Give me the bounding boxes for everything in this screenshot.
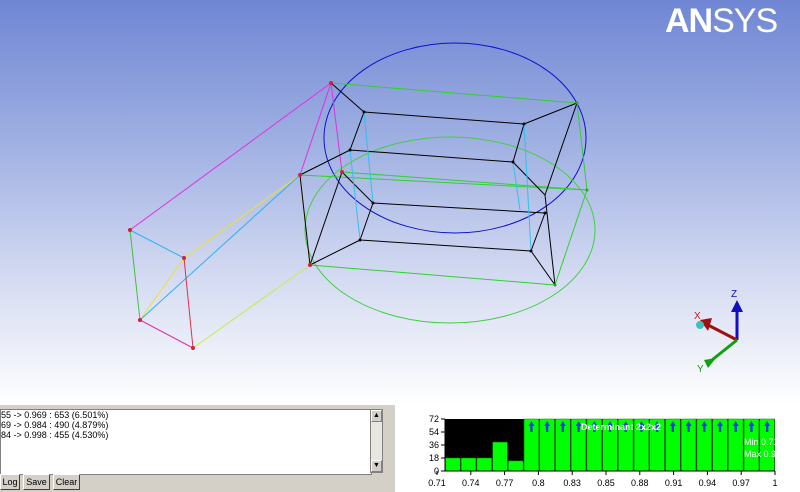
quality-histogram-panel: 72 54 36 18 0 0.71 0.74 0.77 0.8 0.83 0.85 0.88 0.91… [395,405,800,492]
overflow-arrow-stem [750,425,753,432]
scroll-up-button[interactable]: ▲ [371,410,382,422]
log-line: 69 -> 0.984 : 490 (4.879%) [1,420,109,430]
x-tick-label: 0.88 [631,478,649,488]
x-tick-label: 0.97 [732,478,750,488]
circle-edge-bottom [304,136,596,324]
y-tick-label: 72 [429,414,439,424]
overflow-arrow-stem [545,425,549,432]
log-panel: 55 -> 0.969 : 653 (6.501%) 69 -> 0.984 :… [0,405,390,492]
x-axis-label: X [694,311,701,322]
x-tick-label: 1 [772,478,777,488]
histogram-max-label: Max 0.998 [744,449,786,459]
axis-triad[interactable]: Z X Y [694,289,743,375]
x-tick-label: 0.8 [532,478,545,488]
graphics-viewport[interactable]: ANSYS Z X Y [0,0,800,405]
quality-histogram[interactable]: 72 54 36 18 0 0.71 0.74 0.77 0.8 0.83 0.85 0.88 0.91… [395,405,800,492]
clear-button[interactable]: Clear [53,474,80,490]
y-tick-label: 18 [429,453,439,463]
overflow-arrow-stem [530,425,533,432]
y-tick-label: 36 [429,440,439,450]
log-scrollbar[interactable]: ▲ ▼ [370,409,383,473]
x-tick-label: 0.83 [563,478,581,488]
y-axis-label: Y [697,364,704,375]
log-line: 55 -> 0.969 : 653 (6.501%) [1,410,109,420]
circle-edge-top [323,42,587,234]
scroll-down-button[interactable]: ▼ [371,460,382,472]
overflow-arrow-stem [734,425,737,432]
x-tick-label: 0.91 [665,478,683,488]
y-tick-label: 0 [434,466,439,476]
block-edges [299,82,588,286]
histogram-bar [492,441,508,472]
log-button[interactable]: Log [0,474,20,490]
histogram-bar [476,457,492,472]
save-button[interactable]: Save [23,474,50,490]
histogram-bar [460,457,477,472]
overflow-arrow-stem [703,425,706,432]
x-tick-label: 0.94 [699,478,717,488]
overflow-arrow-stem [561,425,565,432]
overflow-arrow-stem [687,425,690,432]
y-tick-label: 54 [429,427,439,437]
histogram-title: Determinant 2x2x2 [581,422,661,432]
x-tick-label: 0.85 [597,478,615,488]
overflow-arrow-stem [671,425,675,432]
bottom-panel: 55 -> 0.969 : 653 (6.501%) 69 -> 0.984 :… [0,405,800,492]
mesh-nodes [128,81,589,350]
histogram-min-label: Min 0.712 [744,437,784,447]
prism-edges [129,82,332,349]
overflow-arrow-stem [577,425,580,432]
overflow-arrow-stem [765,425,769,432]
mesh-scene[interactable]: Z X Y [0,0,800,405]
log-line: 84 -> 0.998 : 455 (4.530%) [1,430,109,440]
x-tick-label: 0.71 [428,478,446,488]
histogram-bar [508,460,524,472]
z-axis-label: Z [731,289,737,300]
histogram-bar [445,457,461,472]
x-tick-label: 0.74 [462,478,480,488]
log-output[interactable]: 55 -> 0.969 : 653 (6.501%) 69 -> 0.984 :… [0,409,372,475]
overflow-arrow-stem [718,425,722,432]
x-tick-label: 0.77 [496,478,514,488]
